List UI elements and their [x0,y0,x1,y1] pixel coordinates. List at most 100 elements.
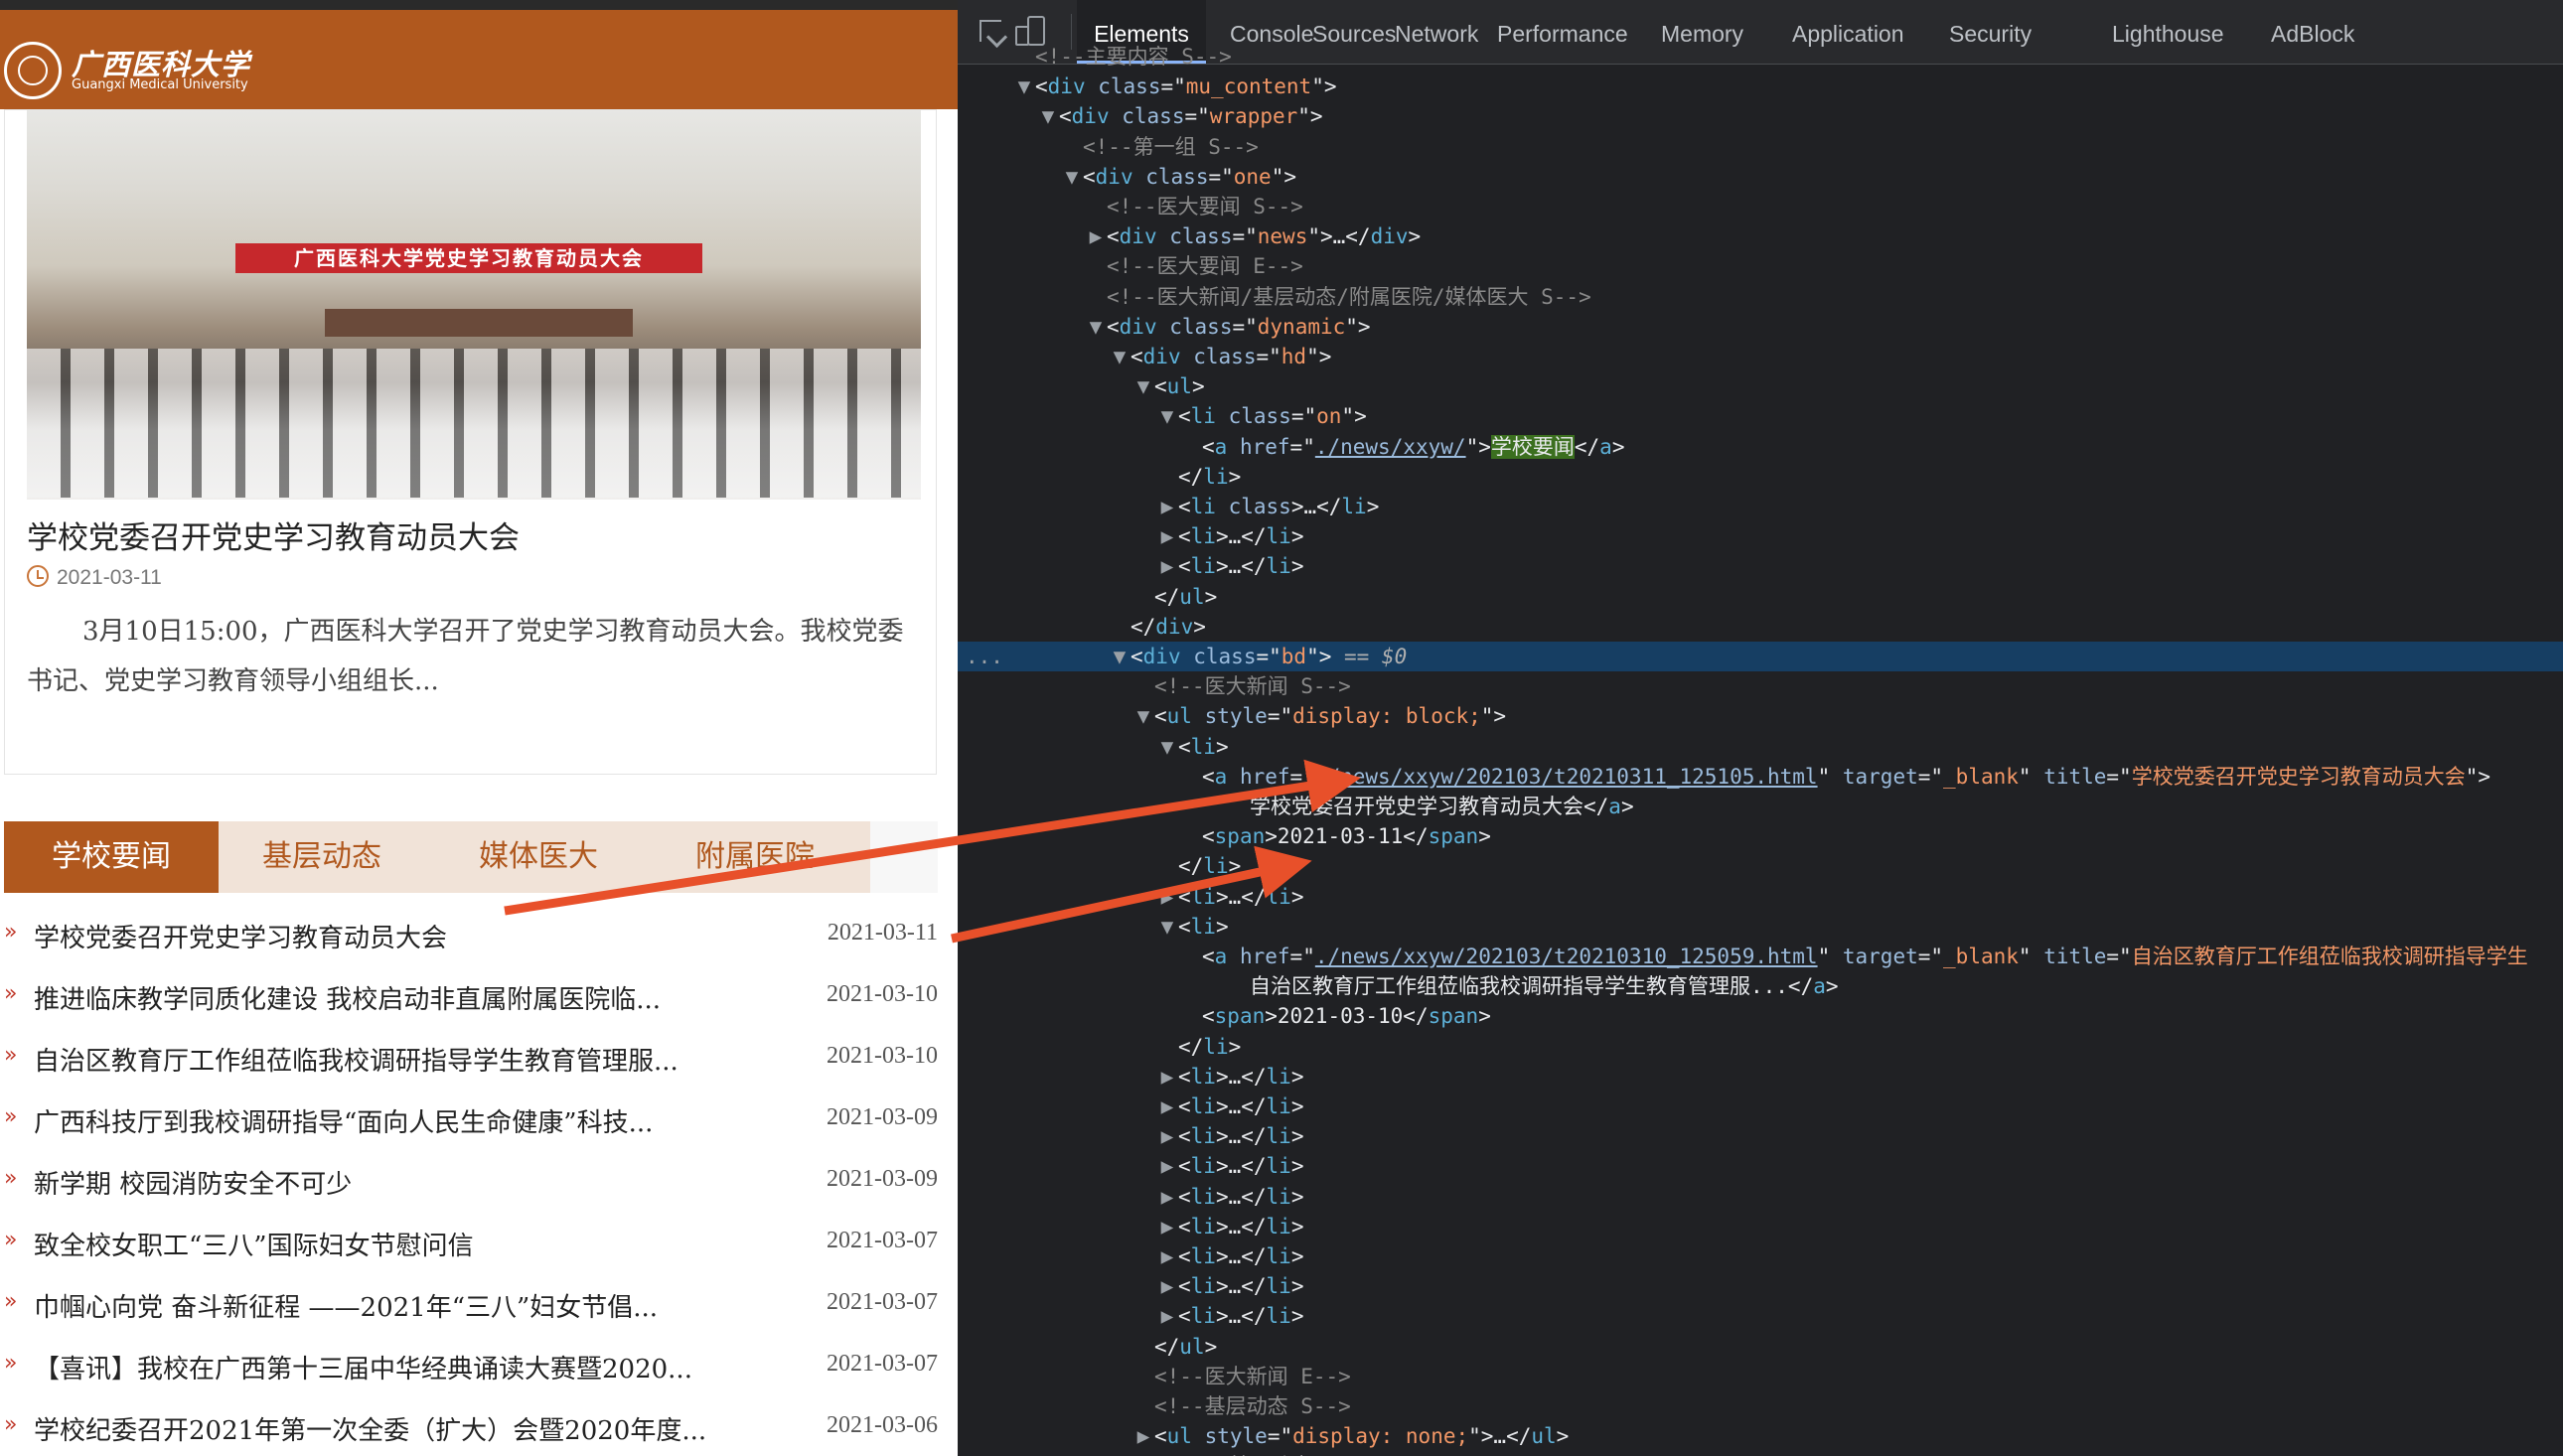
dom-node-line[interactable]: ▶ <div class="news">…</div> [958,221,2563,251]
dom-node-line[interactable]: <!--基层动态 E--> [958,1451,2563,1456]
dom-node-line[interactable]: ▼ <ul style="display: block;"> [958,701,2563,731]
collapse-triangle-icon[interactable]: ▶ [1132,1421,1154,1451]
expand-triangle-icon[interactable]: ▼ [1061,162,1083,192]
news-list-item[interactable]: » 学校党委召开党史学习教育动员大会 2021-03-11 [0,910,944,971]
dom-node-line[interactable]: ▼ <li class="on"> [958,401,2563,431]
dom-node-line[interactable]: ▶ <li>…</li> [958,1212,2563,1241]
dom-node-line[interactable]: 自治区教育厅工作组莅临我校调研指导学生教育管理服...</a> [958,971,2563,1001]
elements-dom-tree[interactable]: <!--主要内容 S--> ▼ <div class="mu_content"> ▼ <… [958,45,2563,1456]
news-title-link[interactable]: 致全校女职工“三八”国际妇女节慰问信 [34,1226,474,1262]
dom-node-line[interactable]: ▼ <div class="hd"> [958,342,2563,371]
news-list-item[interactable]: » 【喜讯】我校在广西第十三届中华经典诵读大赛暨2020... 2021-03-07 [0,1341,944,1402]
dom-node-line[interactable]: ▶ <ul style="display: none;">…</ul> [958,1421,2563,1451]
news-title-link[interactable]: 广西科技厅到我校调研指导“面向人民生命健康”科技... [34,1102,653,1139]
dom-node-line[interactable]: </ul> [958,1332,2563,1362]
expand-triangle-icon[interactable]: ▼ [1013,72,1035,101]
dom-node-selected[interactable]: ... ▼ <div class="bd"> == $0 [958,642,2563,671]
expand-triangle-icon[interactable]: ▼ [1156,732,1178,762]
tab-grassroots[interactable]: 基层动态 [262,821,381,893]
collapse-triangle-icon[interactable]: ▶ [1156,1241,1178,1271]
news-title-link[interactable]: 自治区教育厅工作组莅临我校调研指导学生教育管理服... [34,1041,678,1078]
dom-node-line[interactable]: 学校党委召开党史学习教育动员大会</a> [958,792,2563,821]
dom-node-line[interactable]: ▶ <li>…</li> [958,1062,2563,1092]
expand-triangle-icon[interactable]: ▼ [1085,312,1107,342]
news-list-item[interactable]: » 推进临床教学同质化建设 我校启动非直属附属医院临... 2021-03-10 [0,971,944,1033]
dom-node-line[interactable]: <a href="./news/xxyw/202103/t20210311_12… [958,762,2563,792]
dom-node-line[interactable]: <!--医大新闻/基层动态/附属医院/媒体医大 S--> [958,282,2563,312]
news-title-link[interactable]: 新学期 校园消防安全不可少 [34,1164,352,1201]
dom-node-line[interactable]: ▶ <li>…</li> [958,1121,2563,1151]
dom-node-line[interactable]: <a href="./news/xxyw/202103/t20210310_12… [958,942,2563,971]
inspect-element-icon[interactable] [980,20,1001,42]
dom-node-line[interactable]: ▶ <li>…</li> [958,1301,2563,1331]
collapse-triangle-icon[interactable]: ▶ [1156,551,1178,581]
collapse-triangle-icon[interactable]: ▶ [1156,1121,1178,1151]
news-list-item[interactable]: » 自治区教育厅工作组莅临我校调研指导学生教育管理服... 2021-03-10 [0,1033,944,1094]
collapse-triangle-icon[interactable]: ▶ [1156,1182,1178,1212]
dom-node-line[interactable]: </div> [958,612,2563,642]
dom-node-line[interactable]: ▶ <li>…</li> [958,1151,2563,1181]
dom-node-line[interactable]: <!--医大要闻 E--> [958,251,2563,281]
news-title-link[interactable]: 学校党委召开党史学习教育动员大会 [34,918,447,954]
collapse-triangle-icon[interactable]: ▶ [1156,1092,1178,1121]
news-title-link[interactable]: 【喜讯】我校在广西第十三届中华经典诵读大赛暨2020... [34,1349,692,1385]
collapse-triangle-icon[interactable]: ▶ [1156,1151,1178,1181]
collapse-triangle-icon[interactable]: ▶ [1156,1271,1178,1301]
collapse-triangle-icon[interactable]: ▶ [1156,492,1178,521]
dom-node-line[interactable]: ▶ <li>…</li> [958,1182,2563,1212]
dom-node-line[interactable]: ▼ <div class="mu_content"> [958,72,2563,101]
news-title-link[interactable]: 推进临床教学同质化建设 我校启动非直属附属医院临... [34,979,661,1016]
dom-node-line[interactable]: </li> [958,1032,2563,1062]
news-list-item[interactable]: » 致全校女职工“三八”国际妇女节慰问信 2021-03-07 [0,1218,944,1279]
expand-triangle-icon[interactable]: ▼ [1109,642,1131,671]
dom-node-line[interactable]: ▼ <div class="wrapper"> [958,101,2563,131]
dom-node-line[interactable]: </ul> [958,582,2563,612]
dom-node-line[interactable]: <!--医大要闻 S--> [958,192,2563,221]
collapse-triangle-icon[interactable]: ▶ [1085,221,1107,251]
dom-node-line[interactable]: ▶ <li>…</li> [958,1271,2563,1301]
collapse-triangle-icon[interactable]: ▶ [1156,1212,1178,1241]
tab-affiliated-hospitals[interactable]: 附属医院 [695,821,815,893]
dom-node-line[interactable]: ▼ <ul> [958,371,2563,401]
featured-news-photo[interactable]: 广西医科大学党史学习教育动员大会 [27,110,921,500]
dom-node-line[interactable]: ▼ <div class="one"> [958,162,2563,192]
dom-node-line[interactable]: ▼ <div class="dynamic"> [958,312,2563,342]
dom-node-line[interactable]: <!--主要内容 S--> [958,42,2563,72]
dom-node-line[interactable]: ▶ <li class>…</li> [958,492,2563,521]
logo-english-name[interactable]: Guangxi Medical University [72,77,248,92]
expand-triangle-icon[interactable]: ▼ [1132,371,1154,401]
dom-node-line[interactable]: ▶ <li>…</li> [958,1092,2563,1121]
dom-node-line[interactable]: <!--基层动态 S--> [958,1391,2563,1421]
news-title-link[interactable]: 学校纪委召开2021年第一次全委（扩大）会暨2020年度... [34,1410,706,1447]
dom-node-line[interactable]: ▶ <li>…</li> [958,521,2563,551]
dom-node-line[interactable]: </li> [958,851,2563,881]
dom-node-line[interactable]: </li> [958,462,2563,492]
collapse-triangle-icon[interactable]: ▶ [1156,1301,1178,1331]
dom-node-line[interactable]: ▶ <li>…</li> [958,1241,2563,1271]
dom-node-line[interactable]: ▶ <li>…</li> [958,882,2563,912]
university-seal-icon[interactable] [4,42,62,99]
expand-triangle-icon[interactable]: ▼ [1109,342,1131,371]
news-list-item[interactable]: » 学校纪委召开2021年第一次全委（扩大）会暨2020年度... 2021-03-… [0,1402,944,1456]
collapse-triangle-icon[interactable]: ▶ [1156,882,1178,912]
dom-node-line[interactable]: ▼ <li> [958,912,2563,942]
dom-node-line[interactable]: <!--医大新闻 S--> [958,671,2563,701]
news-list-item[interactable]: » 新学期 校园消防安全不可少 2021-03-09 [0,1156,944,1218]
tab-school-news[interactable]: 学校要闻 [4,821,219,893]
dom-node-line[interactable]: <span>2021-03-10</span> [958,1001,2563,1031]
collapse-triangle-icon[interactable]: ▶ [1156,521,1178,551]
dom-node-line[interactable]: ▶ <li>…</li> [958,551,2563,581]
featured-news-title[interactable]: 学校党委召开党史学习教育动员大会 [27,512,520,557]
expand-triangle-icon[interactable]: ▼ [1156,401,1178,431]
news-list-item[interactable]: » 广西科技厅到我校调研指导“面向人民生命健康”科技... 2021-03-09 [0,1094,944,1156]
collapse-triangle-icon[interactable]: ▶ [1156,1062,1178,1092]
dom-node-line[interactable]: <span>2021-03-11</span> [958,821,2563,851]
news-title-link[interactable]: 巾帼心向党 奋斗新征程 ——2021年“三八”妇女节倡... [34,1287,658,1324]
news-list-item[interactable]: » 巾帼心向党 奋斗新征程 ——2021年“三八”妇女节倡... 2021-03-0… [0,1279,944,1341]
selected-node-more-icon[interactable]: ... [966,642,1005,671]
expand-triangle-icon[interactable]: ▼ [1037,101,1059,131]
dom-node-line[interactable]: <!--第一组 S--> [958,132,2563,162]
expand-triangle-icon[interactable]: ▼ [1156,912,1178,942]
dom-node-line[interactable]: ▼ <li> [958,732,2563,762]
dom-node-line[interactable]: <!--医大新闻 E--> [958,1362,2563,1391]
